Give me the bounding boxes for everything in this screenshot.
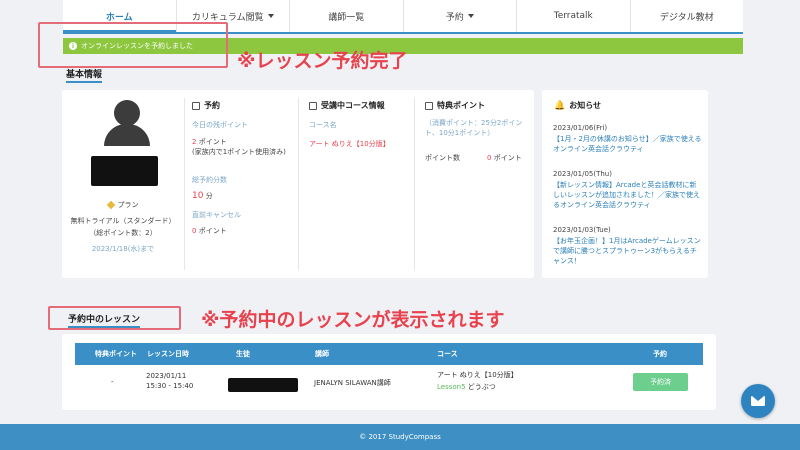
bell-icon: 🔔 [554, 100, 566, 111]
redacted-name [91, 156, 158, 186]
reservation-heading: 予約 [192, 100, 220, 111]
plan-section: プラン 無料トライアル（スタンダード） （総ポイント数：2） 2023/1/18… [62, 200, 184, 254]
plan-name: 無料トライアル（スタンダード） [70, 217, 176, 225]
lesson-link[interactable]: Lesson5 [437, 383, 466, 391]
mail-icon [751, 396, 765, 406]
news-heading: 🔔 お知らせ [554, 100, 602, 111]
bonus-heading: 特典ポイント [425, 100, 485, 111]
annotation-box-lessons [48, 306, 181, 330]
reserved-button[interactable]: 予約済 [633, 373, 688, 391]
lessons-table-header: 特典ポイント レッスン日時 生徒 講師 コース 予約 [75, 343, 703, 365]
gift-icon [425, 101, 433, 110]
course-heading: 受講中コース情報 [309, 100, 385, 111]
annotation-reservation-done: ※レッスン予約完了 [237, 50, 408, 72]
news-link[interactable]: 【新レッスン情報】Arcadeと英会話教材に新しいレッスンが追加されました！／家… [553, 180, 703, 210]
nav-digital-materials[interactable]: デジタル教材 [631, 0, 744, 32]
chevron-down-icon [467, 14, 474, 18]
footer: © 2017 StudyCompass [0, 424, 800, 450]
redacted-student [228, 378, 298, 392]
annotation-lessons-shown: ※予約中のレッスンが表示されます [201, 309, 505, 331]
annotation-box-alert [38, 22, 228, 68]
avatar [92, 98, 158, 156]
nav-terratalk[interactable]: Terratalk [517, 0, 631, 32]
course-name: アート ぬりえ【10分版】 [309, 140, 390, 148]
news-link[interactable]: 【お年玉企画！】1月はArcadeゲームレッスンで講師に勝つとスプラトゥーン3が… [553, 236, 703, 266]
plan-expiry: 2023/1/18(水)まで [91, 245, 155, 253]
news-link[interactable]: 【1月・2月の休講のお知らせ】／家族で使えるオンライン英会話クラウティ [553, 134, 703, 154]
chevron-down-icon [267, 14, 274, 18]
nav-reservation[interactable]: 予約 [404, 0, 517, 32]
total-points: （総ポイント数：2） [89, 229, 157, 237]
nav-teachers[interactable]: 講師一覧 [290, 0, 404, 32]
calendar-icon [192, 101, 200, 110]
basic-info-title: 基本情報 [66, 67, 103, 83]
contact-button[interactable] [741, 384, 775, 418]
diamond-icon [106, 200, 115, 210]
document-icon [309, 101, 317, 110]
